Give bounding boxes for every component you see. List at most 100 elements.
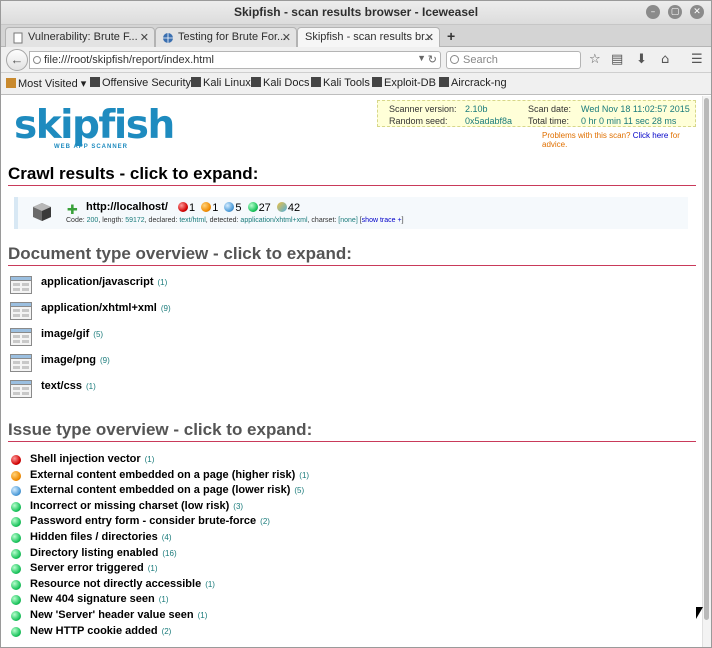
document-type-count: (1) xyxy=(85,382,96,391)
issue-type-name: Hidden files / directories xyxy=(30,531,158,543)
bookmark-most-visited[interactable]: Most Visited ▾ xyxy=(6,77,86,90)
window-title: Skipfish - scan results browser - Icewea… xyxy=(233,5,479,19)
bookmarks-toolbar: Most Visited ▾ Offensive Security Kali L… xyxy=(1,73,711,95)
minimize-button[interactable]: – xyxy=(646,5,660,19)
severity-red-icon xyxy=(11,455,21,465)
document-type-name: image/gif xyxy=(41,328,90,340)
issue-type-name: External content embedded on a page (low… xyxy=(30,484,291,497)
issue-type-name: New HTTP cookie added xyxy=(30,624,158,637)
issue-type-label: Shell injection vector (1) xyxy=(30,453,154,465)
search-input[interactable]: Search xyxy=(446,51,581,69)
maximize-button[interactable]: ▢ xyxy=(668,5,682,19)
tab-skipfish-results[interactable]: Skipfish - scan results br... ✕ xyxy=(297,27,440,48)
kali-dragon-icon xyxy=(251,77,261,87)
mouse-cursor-icon xyxy=(696,607,703,619)
history-dropdown-icon[interactable]: ▼ xyxy=(417,53,426,63)
document-type-name: text/css xyxy=(41,380,82,392)
aircrack-icon xyxy=(439,77,449,87)
issue-type-label: Server error triggered (1) xyxy=(30,562,158,574)
total-time-label: Total time: xyxy=(528,116,570,126)
issue-type-label: Resource not directly accessible (1) xyxy=(30,578,215,590)
bookmark-kali-linux[interactable]: Kali Linux xyxy=(191,77,251,89)
bookmark-star-icon[interactable]: ☆ xyxy=(589,52,601,67)
bookmark-label: Most Visited ▾ xyxy=(18,78,87,90)
issue-type-name: Directory listing enabled xyxy=(30,546,159,559)
crawl-url[interactable]: http://localhost/ xyxy=(86,201,168,213)
document-window-icon xyxy=(10,328,32,346)
issue-type-count: (1) xyxy=(205,579,215,589)
severity-green-icon xyxy=(11,548,21,559)
document-window-icon xyxy=(10,354,32,372)
close-tab-icon[interactable]: ✕ xyxy=(140,31,149,44)
close-window-button[interactable]: ✕ xyxy=(690,5,704,19)
severity-green-icon xyxy=(11,595,21,606)
bookmark-exploit-db[interactable]: Exploit-DB xyxy=(372,77,436,89)
bookmark-kali-docs[interactable]: Kali Docs xyxy=(251,77,309,89)
document-type-name: application/xhtml+xml xyxy=(41,302,157,314)
total-time-value: 0 hr 0 min 11 sec 28 ms xyxy=(581,116,677,126)
expand-plus-icon[interactable]: ✚ xyxy=(67,202,78,218)
severity-orange-icon xyxy=(11,470,21,481)
logo-word: skipfish xyxy=(14,103,175,148)
page-icon xyxy=(13,32,23,44)
document-type-heading[interactable]: Document type overview - click to expand… xyxy=(8,244,696,266)
crawl-result-row[interactable]: ✚ http://localhost/ 1 1 5 27 42 Code: 20… xyxy=(14,197,688,229)
issue-type-label: Incorrect or missing charset (low risk)(… xyxy=(30,500,243,512)
bookmark-kali-tools[interactable]: Kali Tools xyxy=(311,77,370,89)
document-type-name: image/png xyxy=(41,354,97,366)
new-tab-button[interactable]: + xyxy=(447,28,455,44)
medium-risk-count: 1 xyxy=(212,202,219,214)
reading-list-icon[interactable]: ▤ xyxy=(611,52,623,67)
tab-vulnerability-brute-force[interactable]: Vulnerability: Brute F... ✕ xyxy=(5,27,155,47)
issue-type-count: (1) xyxy=(299,470,310,480)
close-tab-icon[interactable]: ✕ xyxy=(282,31,291,44)
click-here-link[interactable]: Click here xyxy=(633,131,669,140)
document-type-label: text/css (1) xyxy=(41,380,96,392)
close-tab-icon[interactable]: ✕ xyxy=(425,31,434,44)
scanner-version-label: Scanner version: xyxy=(389,104,457,114)
trace-bracket-close: ] xyxy=(401,217,404,224)
home-icon[interactable]: ⌂ xyxy=(661,52,669,67)
severity-blue-icon xyxy=(11,486,21,497)
issue-type-name: Resource not directly accessible xyxy=(30,577,202,590)
bookmark-offensive-security[interactable]: Offensive Security xyxy=(90,77,191,89)
title-bar: Skipfish - scan results browser - Icewea… xyxy=(1,1,711,25)
tab-testing-brute-force[interactable]: Testing for Brute For... ✕ xyxy=(155,27,297,47)
issue-type-count: (2) xyxy=(161,626,172,636)
menu-icon[interactable]: ☰ xyxy=(691,52,703,67)
bookmark-label: Exploit-DB xyxy=(384,77,436,89)
issue-type-label: New HTTP cookie added (2) xyxy=(30,625,171,637)
tab-label: Vulnerability: Brute F... xyxy=(28,31,138,43)
site-identity-icon[interactable] xyxy=(33,56,41,64)
crawl-results-heading[interactable]: Crawl results - click to expand: xyxy=(8,164,696,186)
scan-date-value: Wed Nov 18 11:02:57 2015 xyxy=(581,104,690,114)
info-count: 27 xyxy=(258,202,271,214)
severity-green-icon xyxy=(11,564,21,575)
code-value: 200 xyxy=(86,217,99,224)
issue-type-heading[interactable]: Issue type overview - click to expand: xyxy=(8,420,696,442)
charset-label: , charset: xyxy=(307,217,337,224)
show-trace-link[interactable]: show trace + xyxy=(362,217,402,224)
issue-type-count: (3) xyxy=(233,501,244,511)
code-label: Code: xyxy=(66,217,85,224)
severity-green-icon xyxy=(11,579,21,590)
reload-icon[interactable]: ↻ xyxy=(428,53,437,66)
document-window-icon xyxy=(10,302,32,320)
length-label: , length: xyxy=(98,217,124,224)
issue-type-label: New 'Server' header value seen (1) xyxy=(30,609,207,621)
bookmark-aircrack-ng[interactable]: Aircrack-ng xyxy=(439,77,507,89)
scan-info-box: Scanner version: 2.10b Scan date: Wed No… xyxy=(377,100,696,127)
back-button[interactable]: ← xyxy=(6,49,28,71)
scrollbar-thumb[interactable] xyxy=(704,98,709,620)
random-seed-label: Random seed: xyxy=(389,116,448,126)
document-type-count: (9) xyxy=(160,304,171,313)
url-bar[interactable]: file:///root/skipfish/report/index.html … xyxy=(29,51,441,69)
issue-type-count: (1) xyxy=(144,455,155,464)
issue-type-name: New 404 signature seen xyxy=(30,593,155,606)
bookmark-label: Kali Linux xyxy=(203,77,251,89)
document-type-name: application/javascript xyxy=(41,276,154,288)
kali-dragon-icon xyxy=(191,77,201,87)
downloads-icon[interactable]: ⬇ xyxy=(636,52,647,67)
scanner-version-value: 2.10b xyxy=(465,104,488,114)
high-risk-icon xyxy=(178,202,188,212)
